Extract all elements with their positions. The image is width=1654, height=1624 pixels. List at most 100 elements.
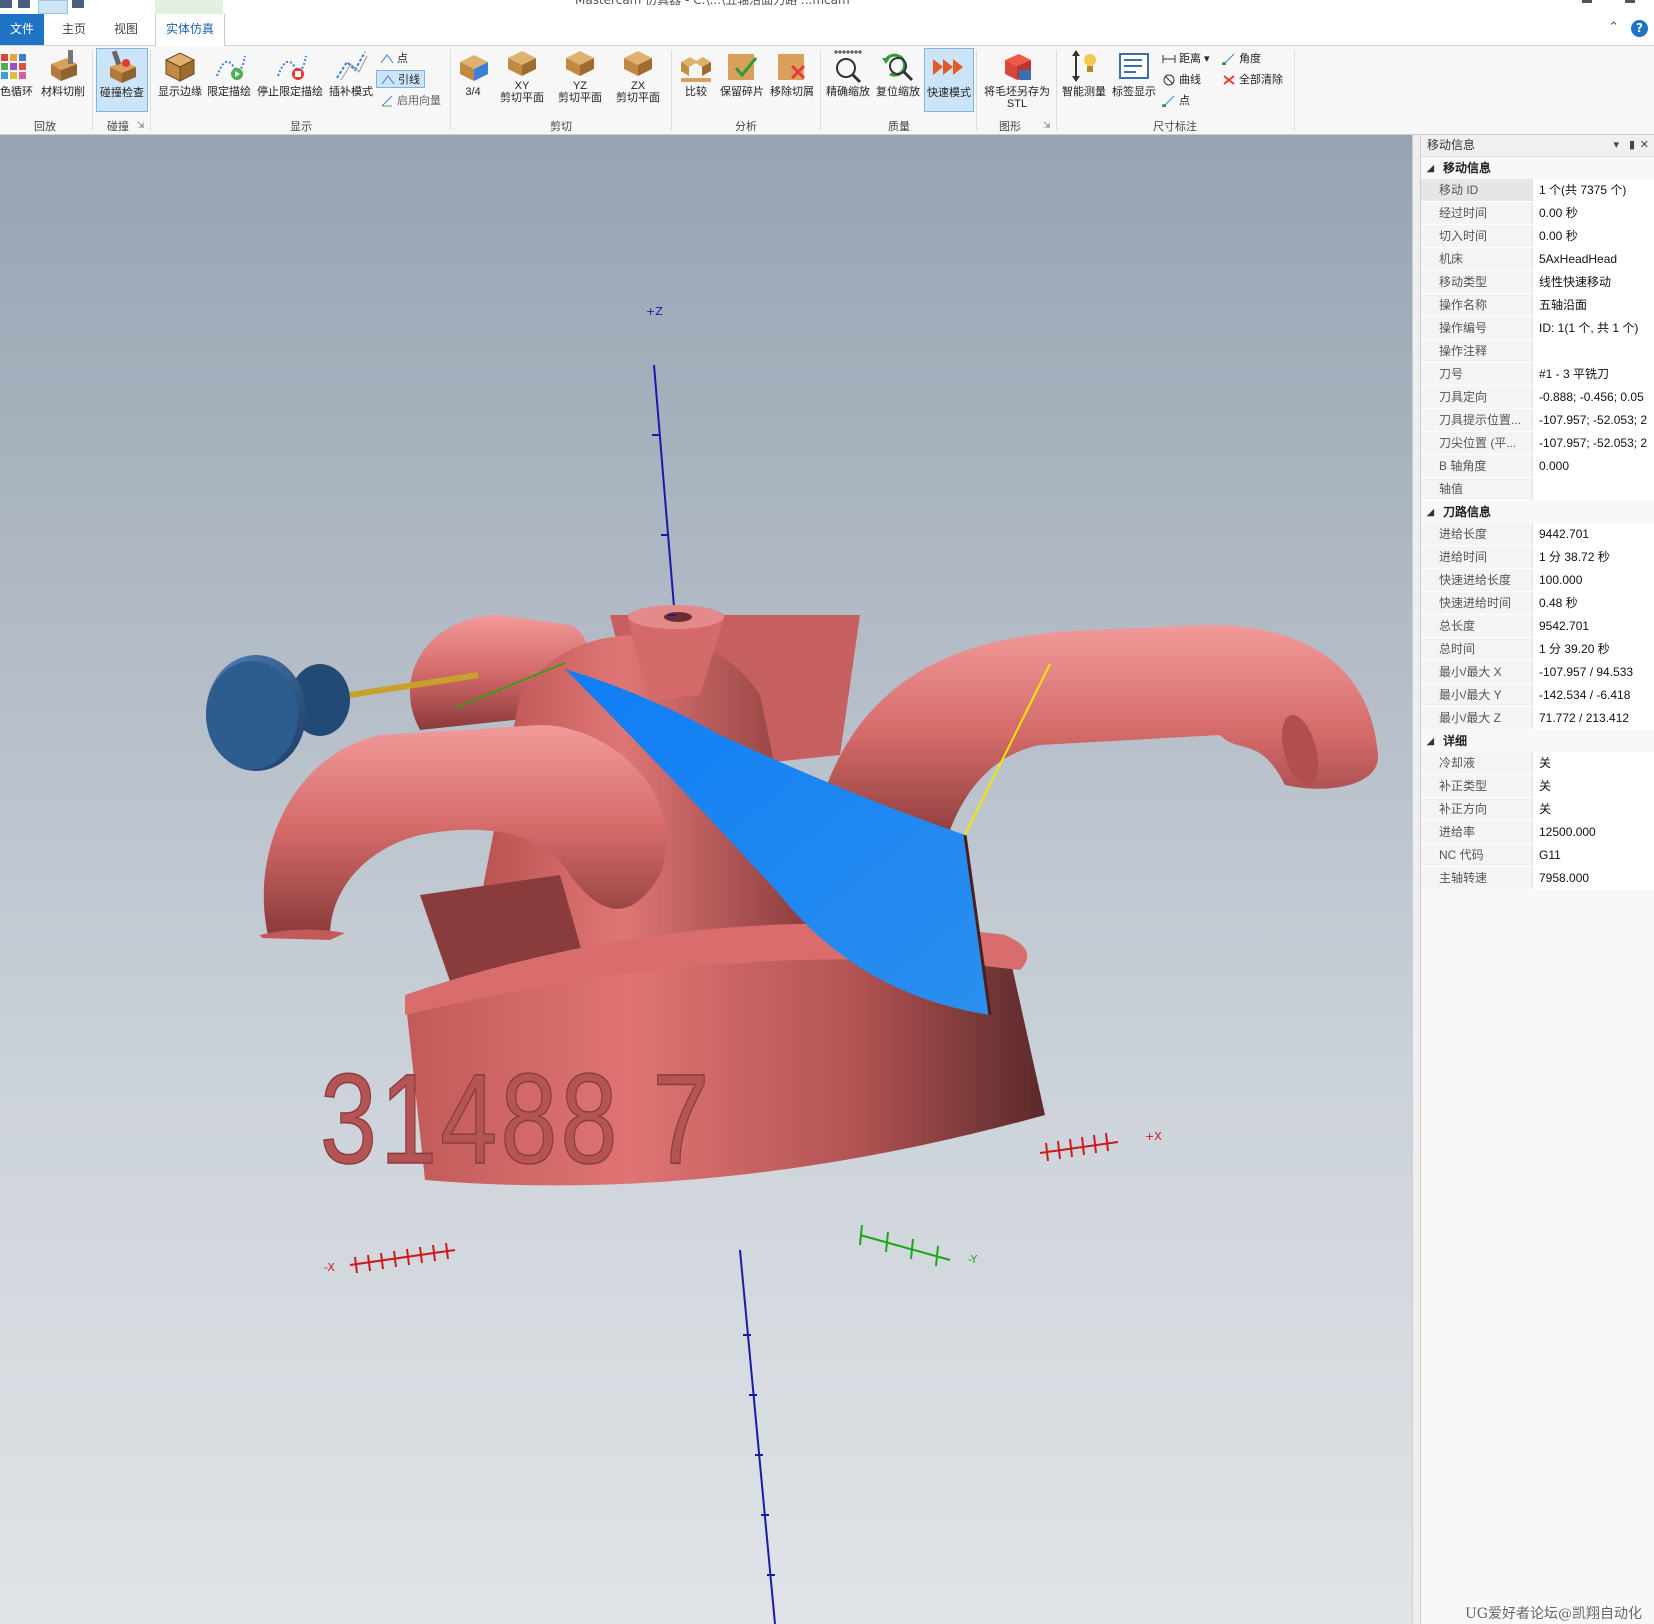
panel-title: 移动信息: [1427, 138, 1476, 152]
save-stock-stl-button[interactable]: 将毛坯另存为 STL: [980, 48, 1054, 110]
material-cut-icon: [45, 48, 81, 84]
property-value: 0.48 秒: [1533, 592, 1654, 614]
quick-access-selected-icon[interactable]: [38, 0, 68, 14]
distance-option[interactable]: 距离 ▾: [1162, 50, 1210, 66]
display-point-option[interactable]: 点: [380, 50, 408, 66]
collision-check-button[interactable]: 碰撞检查: [96, 48, 148, 112]
section-header[interactable]: ◢ 移动信息: [1421, 157, 1654, 179]
group-replay-label: 回放: [34, 121, 56, 133]
property-key: 最小/最大 Z: [1421, 707, 1533, 729]
xy-clip-plane-button[interactable]: XY 剪切平面: [494, 48, 550, 104]
engraved-text: 31488 7: [320, 1047, 713, 1191]
zx-clip-plane-button[interactable]: ZX 剪切平面: [610, 48, 666, 104]
property-row[interactable]: 切入时间 0.00 秒: [1421, 225, 1654, 248]
tab-solid-simulation[interactable]: 实体仿真: [155, 14, 225, 46]
property-value: 1 分 39.20 秒: [1533, 638, 1654, 660]
tab-home[interactable]: 主页: [50, 14, 98, 45]
monitor-icon[interactable]: [72, 0, 84, 8]
property-row[interactable]: 进给率 12500.000: [1421, 821, 1654, 844]
property-value: 0.00 秒: [1533, 202, 1654, 224]
property-row[interactable]: 操作名称 五轴沿面: [1421, 294, 1654, 317]
curve-option[interactable]: 曲线: [1162, 71, 1201, 87]
display-point-label: 点: [397, 53, 408, 65]
compare-button[interactable]: 比较: [676, 48, 716, 98]
dialog-launcher-icon[interactable]: ⇲: [1043, 121, 1051, 131]
three-quarter-clip-button[interactable]: 3/4: [456, 48, 490, 98]
property-key: 操作名称: [1421, 294, 1533, 316]
property-row[interactable]: 经过时间 0.00 秒: [1421, 202, 1654, 225]
property-row[interactable]: 轴值: [1421, 478, 1654, 501]
point-measure-option[interactable]: 点: [1162, 92, 1190, 109]
property-row[interactable]: 补正类型关: [1421, 775, 1654, 798]
property-row[interactable]: 刀具提示位置... -107.957; -52.053; 2: [1421, 409, 1654, 432]
pin-icon[interactable]: ▮: [1629, 135, 1635, 156]
property-value: -0.888; -0.456; 0.05: [1533, 386, 1654, 408]
scene-canvas[interactable]: +Z 31488 7 -X +X -Y: [0, 135, 1412, 1624]
property-row[interactable]: 主轴转速 7958.000: [1421, 867, 1654, 890]
save-icon[interactable]: [18, 0, 30, 8]
color-cycle-label: 颜色循环: [0, 86, 33, 98]
limit-draw-button[interactable]: 限定描绘: [206, 48, 252, 98]
angle-option[interactable]: 角度: [1222, 50, 1261, 67]
fast-mode-button[interactable]: 快速模式: [924, 48, 974, 112]
label-display-button[interactable]: 标签显示: [1110, 48, 1158, 98]
display-lead-option[interactable]: 引线: [376, 70, 425, 88]
property-row[interactable]: 最小/最大 Z 71.772 / 213.412: [1421, 707, 1654, 730]
collapse-triangle-icon[interactable]: ◢: [1427, 501, 1434, 523]
color-cycle-button[interactable]: 颜色循环: [0, 48, 36, 98]
simulation-viewport[interactable]: +Z 31488 7 -X +X -Y: [0, 135, 1412, 1624]
property-row[interactable]: 刀号 #1 - 3 平铣刀: [1421, 363, 1654, 386]
section-header[interactable]: ◢ 详细: [1421, 730, 1654, 752]
fast-mode-label: 快速模式: [927, 87, 971, 99]
remove-chips-button[interactable]: 移除切屑: [768, 48, 816, 98]
smart-measure-button[interactable]: 智能测量: [1060, 48, 1108, 98]
yz-clip-plane-button[interactable]: YZ 剪切平面: [552, 48, 608, 104]
reset-zoom-button[interactable]: 复位缩放: [874, 48, 922, 98]
tab-view[interactable]: 视图: [102, 14, 150, 45]
material-cut-button[interactable]: 材料切削: [40, 48, 86, 98]
property-row[interactable]: 总时间 1 分 39.20 秒: [1421, 638, 1654, 661]
collapse-triangle-icon[interactable]: ◢: [1427, 157, 1434, 179]
property-row[interactable]: 移动类型 线性快速移动: [1421, 271, 1654, 294]
section-header[interactable]: ◢ 刀路信息: [1421, 501, 1654, 523]
close-icon[interactable]: [1625, 0, 1635, 3]
precise-zoom-button[interactable]: 精确缩放: [824, 48, 872, 98]
property-value: 0.000: [1533, 455, 1654, 477]
property-row[interactable]: 冷却液关: [1421, 752, 1654, 775]
property-row[interactable]: 最小/最大 Y -142.534 / -6.418: [1421, 684, 1654, 707]
minimize-icon[interactable]: [1582, 0, 1592, 3]
property-row[interactable]: 最小/最大 X -107.957 / 94.533: [1421, 661, 1654, 684]
property-row[interactable]: 移动 ID 1 个(共 7375 个): [1421, 179, 1654, 202]
quick-access-icon[interactable]: [0, 0, 12, 8]
property-row[interactable]: 刀尖位置 (平... -107.957; -52.053; 2: [1421, 432, 1654, 455]
property-row[interactable]: 补正方向关: [1421, 798, 1654, 821]
panel-close-icon[interactable]: ✕: [1640, 135, 1649, 156]
property-row[interactable]: 操作注释: [1421, 340, 1654, 363]
property-row[interactable]: 快速进给时间 0.48 秒: [1421, 592, 1654, 615]
property-row[interactable]: B 轴角度 0.000: [1421, 455, 1654, 478]
group-display-label: 显示: [290, 121, 312, 133]
property-row[interactable]: 快速进给长度 100.000: [1421, 569, 1654, 592]
dialog-launcher-icon[interactable]: ⇲: [137, 121, 145, 131]
help-icon[interactable]: ?: [1631, 20, 1648, 37]
tab-file[interactable]: 文件: [0, 14, 44, 45]
property-row[interactable]: 总长度 9542.701: [1421, 615, 1654, 638]
property-row[interactable]: 进给时间 1 分 38.72 秒: [1421, 546, 1654, 569]
curve-label: 曲线: [1179, 74, 1201, 86]
property-row[interactable]: NC 代码 G11: [1421, 844, 1654, 867]
collapse-triangle-icon[interactable]: ◢: [1427, 730, 1434, 752]
property-key: 总长度: [1421, 615, 1533, 637]
show-edges-button[interactable]: 显示边缘: [156, 48, 204, 98]
enable-vector-option[interactable]: 启用向量: [380, 92, 441, 108]
property-row[interactable]: 刀具定向 -0.888; -0.456; 0.05: [1421, 386, 1654, 409]
interpolation-mode-button[interactable]: 插补模式: [328, 48, 374, 98]
collapse-ribbon-icon[interactable]: ⌃: [1608, 20, 1619, 35]
stop-limit-draw-button[interactable]: 停止限定描绘: [256, 48, 324, 98]
collision-check-label: 碰撞检查: [100, 87, 144, 99]
panel-dropdown-icon[interactable]: ▾: [1613, 135, 1619, 156]
property-row[interactable]: 进给长度 9442.701: [1421, 523, 1654, 546]
keep-chips-button[interactable]: 保留碎片: [718, 48, 766, 98]
clear-all-option[interactable]: 全部清除: [1222, 71, 1283, 87]
property-row[interactable]: 机床 5AxHeadHead: [1421, 248, 1654, 271]
property-row[interactable]: 操作编号 ID: 1(1 个, 共 1 个): [1421, 317, 1654, 340]
